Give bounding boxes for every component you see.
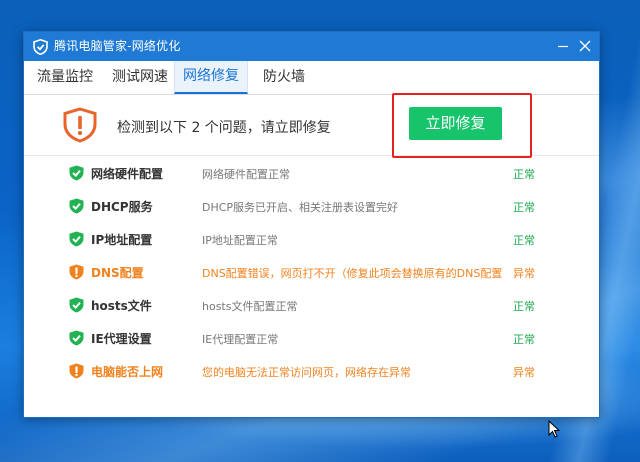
warning-shield-icon	[61, 107, 99, 143]
item-description: DNS配置错误，网页打不开（修复此项会替换原有的DNS配置	[202, 265, 502, 281]
shield-check-icon	[69, 297, 84, 313]
shield-check-icon	[69, 165, 84, 181]
tab-speed-test[interactable]: 测试网速	[107, 61, 173, 93]
tab-network-repair[interactable]: 网络修复	[174, 61, 248, 94]
tab-bar: 流量监控 测试网速 网络修复 防火墙	[24, 61, 599, 95]
network-optimizer-window: 腾讯电脑管家-网络优化 流量监控 测试网速 网络修复 防火墙 检测到以下 2 个…	[23, 31, 600, 418]
status-badge: 正常	[513, 232, 535, 248]
list-item-hosts: hosts文件 hosts文件配置正常 正常	[24, 288, 599, 321]
titlebar: 腾讯电脑管家-网络优化	[24, 32, 599, 61]
list-item-dhcp: DHCP服务 DHCP服务已开启、相关注册表设置完好 正常	[24, 189, 599, 222]
status-badge: 正常	[513, 166, 535, 182]
shield-exclamation-icon	[69, 264, 84, 280]
item-description: IP地址配置正常	[202, 232, 278, 248]
item-name: IE代理设置	[91, 330, 152, 347]
window-title: 腾讯电脑管家-网络优化	[54, 39, 181, 54]
tab-traffic-monitor[interactable]: 流量监控	[32, 61, 98, 93]
list-item-internet-access: 电脑能否上网 您的电脑无法正常访问网页，网络存在异常 异常	[24, 354, 599, 387]
highlight-frame	[392, 93, 532, 158]
diagnosis-summary: 检测到以下 2 个问题，请立即修复 立即修复	[24, 95, 599, 156]
close-icon[interactable]	[576, 37, 594, 55]
item-name: IP地址配置	[91, 231, 152, 248]
list-item-dns: DNS配置 DNS配置错误，网页打不开（修复此项会替换原有的DNS配置 异常	[24, 255, 599, 288]
shield-check-icon	[69, 198, 84, 214]
minimize-icon[interactable]	[554, 37, 572, 55]
item-name: DNS配置	[91, 264, 144, 281]
tab-firewall[interactable]: 防火墙	[258, 61, 310, 93]
item-description: 网络硬件配置正常	[202, 166, 290, 182]
problem-summary-text: 检测到以下 2 个问题，请立即修复	[117, 117, 331, 137]
item-description: IE代理配置正常	[202, 331, 278, 347]
status-badge: 异常	[513, 265, 535, 281]
check-item-list: 网络硬件配置 网络硬件配置正常 正常 DHCP服务 DHCP服务已开启、相关注册…	[24, 156, 599, 387]
status-badge: 异常	[513, 364, 535, 380]
app-shield-icon	[33, 39, 48, 55]
item-name: DHCP服务	[91, 198, 153, 215]
status-badge: 正常	[513, 199, 535, 215]
item-description: DHCP服务已开启、相关注册表设置完好	[202, 199, 398, 215]
item-name: hosts文件	[91, 297, 152, 314]
mouse-cursor-icon	[548, 420, 560, 438]
status-badge: 正常	[513, 331, 535, 347]
shield-check-icon	[69, 330, 84, 346]
item-name: 电脑能否上网	[91, 363, 163, 380]
item-name: 网络硬件配置	[91, 165, 163, 182]
list-item-ip: IP地址配置 IP地址配置正常 正常	[24, 222, 599, 255]
item-description: hosts文件配置正常	[202, 298, 297, 314]
item-description: 您的电脑无法正常访问网页，网络存在异常	[202, 364, 411, 380]
list-item-ie-proxy: IE代理设置 IE代理配置正常 正常	[24, 321, 599, 354]
status-badge: 正常	[513, 298, 535, 314]
shield-exclamation-icon	[69, 363, 84, 379]
list-item-hardware: 网络硬件配置 网络硬件配置正常 正常	[24, 156, 599, 189]
shield-check-icon	[69, 231, 84, 247]
